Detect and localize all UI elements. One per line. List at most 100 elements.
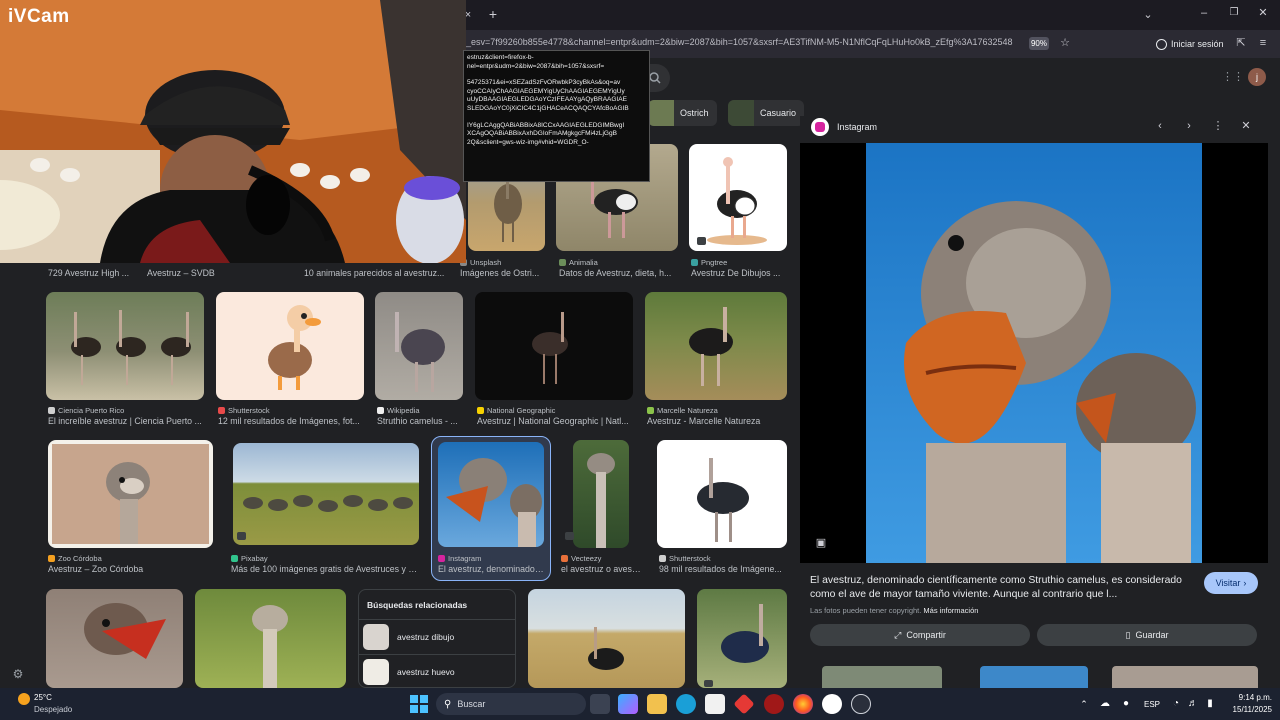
more-info-link[interactable]: Más información [923,606,978,615]
preview-image[interactable] [866,143,1202,563]
source-favicon [559,259,566,266]
next-icon[interactable]: › [1182,119,1196,133]
result-title[interactable]: el avestruz o avest... [561,564,641,574]
extensions-icon[interactable]: ⇱ [1234,36,1248,50]
store-icon[interactable] [705,694,725,714]
firefox-icon[interactable] [793,694,813,714]
tray-chevron-up-icon[interactable]: ⌃ [1078,697,1090,711]
onedrive-icon[interactable]: ☁ [1099,697,1111,711]
result-title[interactable]: Avestruz – SVDB [147,268,287,278]
url-text[interactable]: _esv=7f99260b855e4778&channel=entpr&udm=… [466,37,1026,51]
result-image[interactable] [697,589,787,688]
app-outline-icon[interactable] [851,694,871,714]
search-icon: ⚲ [444,698,452,710]
result-title[interactable]: El increíble avestruz | Ciencia Puerto .… [48,416,204,426]
result-image[interactable] [689,144,787,251]
start-windows-icon[interactable] [410,695,428,713]
maximize-icon[interactable]: ❐ [1228,6,1240,20]
result-image[interactable] [645,292,787,400]
source-favicon [438,555,445,562]
visit-button[interactable]: Visitar › [1204,572,1258,594]
chip-label: Ostrich [680,108,709,118]
save-button[interactable]: ▯ Guardar [1037,624,1257,646]
tooltip-line: cyoCCAIyChAAGIAEGEMYigUyChAAGIAEGEMYigUy [467,87,625,95]
settings-gear-icon[interactable]: ⚙ [11,667,25,681]
result-image[interactable] [195,589,346,688]
result-title[interactable]: Struthio camelus - ... [377,416,463,426]
chip-ostrich[interactable]: Ostrich [648,100,717,126]
minimize-icon[interactable]: – [1198,6,1210,20]
result-title[interactable]: Datos de Avestruz, dieta, h... [559,268,677,278]
wifi-icon[interactable]: ◔ [1170,697,1182,711]
volume-icon[interactable]: ♬ [1187,697,1199,711]
result-image[interactable] [528,589,685,688]
related-label: avestruz dibujo [397,632,455,642]
tab-list-chevron-icon[interactable]: ⌄ [1142,8,1154,22]
language-indicator[interactable]: ESP [1144,700,1160,709]
related-image-thumb[interactable] [1112,666,1258,688]
result-image[interactable] [48,440,213,548]
lens-search-icon[interactable]: ▣ [814,536,828,550]
result-title[interactable]: Avestruz | National Geographic | Natl... [477,416,633,426]
result-title[interactable]: Más de 100 imágenes gratis de Avestruces… [231,564,421,574]
result-title[interactable]: 10 animales parecidos al avestruz... [304,268,448,278]
weather-icon[interactable] [18,693,30,705]
app-white-icon[interactable] [822,694,842,714]
apps-grid-icon[interactable]: ⋮⋮ [1222,70,1244,84]
result-title[interactable]: Imágenes de Ostri... [460,268,548,278]
result-image[interactable] [233,443,419,545]
microphone-icon[interactable]: ● [1120,697,1132,711]
result-title[interactable]: 12 mil resultados de Imágenes, fot... [218,416,364,426]
battery-icon[interactable]: ▮ [1204,697,1216,711]
taskbar-search[interactable]: ⚲ Buscar [436,693,586,715]
result-image[interactable] [438,442,544,547]
sign-in-button[interactable]: Iniciar sesión [1156,35,1224,53]
edge-icon[interactable] [676,694,696,714]
related-searches-box: Búsquedas relacionadas avestruz dibujo a… [358,589,516,688]
result-image[interactable] [475,292,633,400]
zoom-badge[interactable]: 90% [1029,37,1049,50]
app-dark-red-icon[interactable] [764,694,784,714]
related-item[interactable]: avestruz dibujo [363,623,513,651]
result-title[interactable]: Avestruz De Dibujos ... [691,268,787,278]
related-image-thumb[interactable] [822,666,942,688]
webcam-overlay: iVCam [0,0,466,263]
task-view-icon[interactable] [590,694,610,714]
copilot-icon[interactable] [618,694,638,714]
result-image[interactable] [375,292,463,400]
result-image[interactable] [46,589,183,688]
clock-time[interactable]: 9:14 p.m. [1222,693,1272,702]
result-image[interactable] [573,440,629,548]
avatar[interactable]: j [1248,68,1266,86]
bookmark-star-icon[interactable]: ☆ [1058,36,1072,50]
share-button[interactable]: ⤢ Compartir [810,624,1030,646]
previous-icon[interactable]: ‹ [1153,119,1167,133]
close-window-icon[interactable]: ✕ [1257,6,1269,20]
source-favicon [691,259,698,266]
result-title[interactable]: Avestruz – Zoo Córdoba [48,564,208,574]
file-explorer-icon[interactable] [647,694,667,714]
related-image-thumb[interactable] [980,666,1088,688]
weather-status: Despejado [34,705,73,714]
panel-source[interactable]: Instagram [837,122,877,132]
menu-icon[interactable]: ≡ [1257,36,1269,50]
result-image[interactable] [216,292,364,400]
tooltip-line [467,114,646,122]
bookmark-icon: ▯ [1125,629,1131,640]
clock-date[interactable]: 15/11/2025 [1222,705,1272,714]
chip-casuario[interactable]: Casuario [728,100,805,126]
result-title[interactable]: Avestruz - Marcelle Natureza [647,416,787,426]
weather-temp[interactable]: 25°C [34,693,52,702]
new-tab-button[interactable]: + [486,7,500,21]
result-image[interactable] [46,292,204,400]
url-tooltip: estruz&client=firefox-b- nel=entpr&udm=2… [463,50,650,182]
result-title[interactable]: 98 mil resultados de Imágene... [659,564,787,574]
result-image[interactable] [657,440,787,548]
source-favicon [218,407,225,414]
related-item[interactable]: avestruz huevo [363,658,513,686]
result-title[interactable]: El avestruz, denominado ... [438,564,544,574]
result-title[interactable]: 729 Avestruz High ... [48,268,140,278]
tooltip-line: nel=entpr&udm=2&biw=2087&bih=1057&sxsrf= [467,62,605,70]
more-options-icon[interactable]: ⋮ [1211,119,1225,133]
close-panel-icon[interactable]: ✕ [1239,119,1253,133]
